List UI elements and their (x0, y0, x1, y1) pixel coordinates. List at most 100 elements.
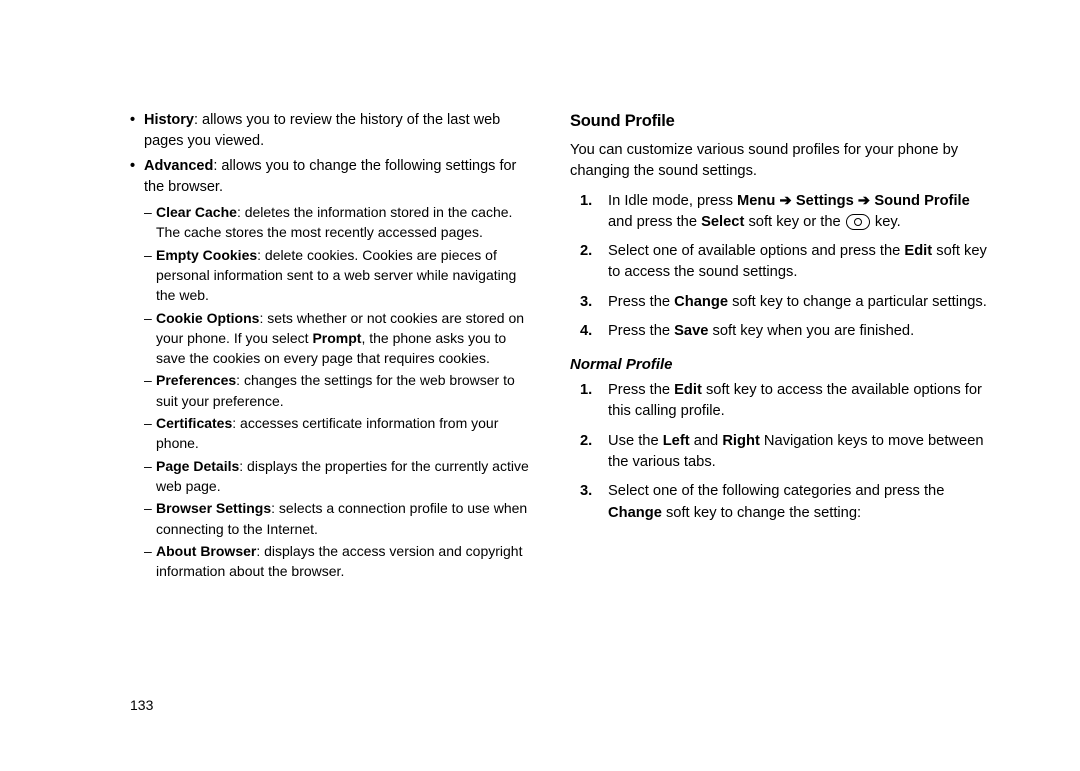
list-content: Select one of available options and pres… (608, 241, 990, 284)
dash-bullet: – (144, 456, 156, 497)
arrow-icon: ➔ (858, 193, 870, 209)
list-number: 4. (580, 321, 608, 342)
list-item: 3.Select one of the following categories… (580, 481, 990, 524)
list-number: 3. (580, 292, 608, 313)
bullet-dot: • (130, 156, 144, 198)
term: Advanced (144, 158, 213, 174)
dash-bullet: – (144, 541, 156, 582)
dash-content: Certificates: accesses certificate infor… (156, 413, 530, 454)
bold-text: Save (674, 323, 708, 339)
subsection-normal-profile: Normal Profile (570, 354, 990, 376)
bullet-advanced: • Advanced: allows you to change the fol… (130, 156, 530, 198)
left-column: • History: allows you to review the hist… (130, 110, 560, 771)
bold-text: Select (701, 214, 744, 230)
text: Use the (608, 433, 663, 449)
bold-text: Edit (674, 382, 702, 398)
dash-clear-cache: – Clear Cache: deletes the information s… (144, 202, 530, 243)
rest: : allows you to review the history of th… (144, 112, 500, 149)
text: Select one of available options and pres… (608, 243, 904, 259)
list-content: In Idle mode, press Menu ➔ Settings ➔ So… (608, 191, 990, 234)
bold-text: Sound Profile (874, 193, 969, 209)
dash-content: Page Details: displays the properties fo… (156, 456, 530, 497)
text: soft key or the (744, 214, 844, 230)
list-content: Press the Save soft key when you are fin… (608, 321, 990, 342)
ordered-list-2: 1.Press the Edit soft key to access the … (570, 380, 990, 524)
list-number: 1. (580, 191, 608, 234)
list-item: 3.Press the Change soft key to change a … (580, 292, 990, 313)
list-item: 1.In Idle mode, press Menu ➔ Settings ➔ … (580, 191, 990, 234)
bullet-content: Advanced: allows you to change the follo… (144, 156, 530, 198)
dash-browser-settings: – Browser Settings: selects a connection… (144, 498, 530, 539)
dash-content: Empty Cookies: delete cookies. Cookies a… (156, 245, 530, 306)
list-number: 2. (580, 241, 608, 284)
dash-bullet: – (144, 245, 156, 306)
text: soft key to change a particular settings… (728, 294, 987, 310)
text: Press the (608, 294, 674, 310)
term: Empty Cookies (156, 247, 257, 263)
dash-content: Browser Settings: selects a connection p… (156, 498, 530, 539)
bold-text: Left (663, 433, 690, 449)
list-item: 2.Use the Left and Right Navigation keys… (580, 431, 990, 474)
list-content: Use the Left and Right Navigation keys t… (608, 431, 990, 474)
term: Browser Settings (156, 500, 271, 516)
intro-text: You can customize various sound profiles… (570, 140, 990, 183)
ordered-list-1: 1.In Idle mode, press Menu ➔ Settings ➔ … (570, 191, 990, 343)
text: soft key when you are finished. (708, 323, 914, 339)
list-number: 2. (580, 431, 608, 474)
term: Certificates (156, 415, 232, 431)
page-number: 133 (130, 697, 153, 713)
dash-content: Clear Cache: deletes the information sto… (156, 202, 530, 243)
bold-text: Change (608, 505, 662, 521)
term: History (144, 112, 194, 128)
text: Press the (608, 323, 674, 339)
page: • History: allows you to review the hist… (0, 0, 1080, 771)
bullet-content: History: allows you to review the histor… (144, 110, 530, 152)
bullet-history: • History: allows you to review the hist… (130, 110, 530, 152)
list-number: 1. (580, 380, 608, 423)
list-content: Select one of the following categories a… (608, 481, 990, 524)
dash-content: About Browser: displays the access versi… (156, 541, 530, 582)
dash-content: Cookie Options: sets whether or not cook… (156, 308, 530, 369)
list-content: Press the Change soft key to change a pa… (608, 292, 990, 313)
term: Preferences (156, 372, 236, 388)
dash-cookie-options: – Cookie Options: sets whether or not co… (144, 308, 530, 369)
text: soft key to change the setting: (662, 505, 861, 521)
term2: Prompt (312, 330, 361, 346)
list-item: 1.Press the Edit soft key to access the … (580, 380, 990, 423)
bold-text: Settings (796, 193, 854, 209)
text: key. (871, 214, 901, 230)
text: Press the (608, 382, 674, 398)
dash-bullet: – (144, 202, 156, 243)
term: Clear Cache (156, 204, 237, 220)
arrow-icon: ➔ (779, 193, 791, 209)
dash-bullet: – (144, 308, 156, 369)
bullet-dot: • (130, 110, 144, 152)
bold-text: Menu (737, 193, 775, 209)
bold-text: Edit (904, 243, 932, 259)
text: and press the (608, 214, 701, 230)
term: About Browser (156, 543, 256, 559)
dash-preferences: – Preferences: changes the settings for … (144, 370, 530, 411)
text: In Idle mode, press (608, 193, 737, 209)
dash-content: Preferences: changes the settings for th… (156, 370, 530, 411)
dash-empty-cookies: – Empty Cookies: delete cookies. Cookies… (144, 245, 530, 306)
right-column: Sound Profile You can customize various … (560, 110, 990, 771)
list-item: 4.Press the Save soft key when you are f… (580, 321, 990, 342)
dash-bullet: – (144, 498, 156, 539)
term: Page Details (156, 458, 239, 474)
section-title-sound-profile: Sound Profile (570, 110, 990, 134)
term: Cookie Options (156, 310, 259, 326)
list-item: 2.Select one of available options and pr… (580, 241, 990, 284)
bold-text: Change (674, 294, 728, 310)
text: and (690, 433, 723, 449)
dash-page-details: – Page Details: displays the properties … (144, 456, 530, 497)
text: Select one of the following categories a… (608, 483, 944, 499)
list-content: Press the Edit soft key to access the av… (608, 380, 990, 423)
ok-key-icon (846, 214, 870, 230)
bold-text: Right (722, 433, 760, 449)
dash-bullet: – (144, 413, 156, 454)
dash-about-browser: – About Browser: displays the access ver… (144, 541, 530, 582)
list-number: 3. (580, 481, 608, 524)
dash-certificates: – Certificates: accesses certificate inf… (144, 413, 530, 454)
dash-bullet: – (144, 370, 156, 411)
